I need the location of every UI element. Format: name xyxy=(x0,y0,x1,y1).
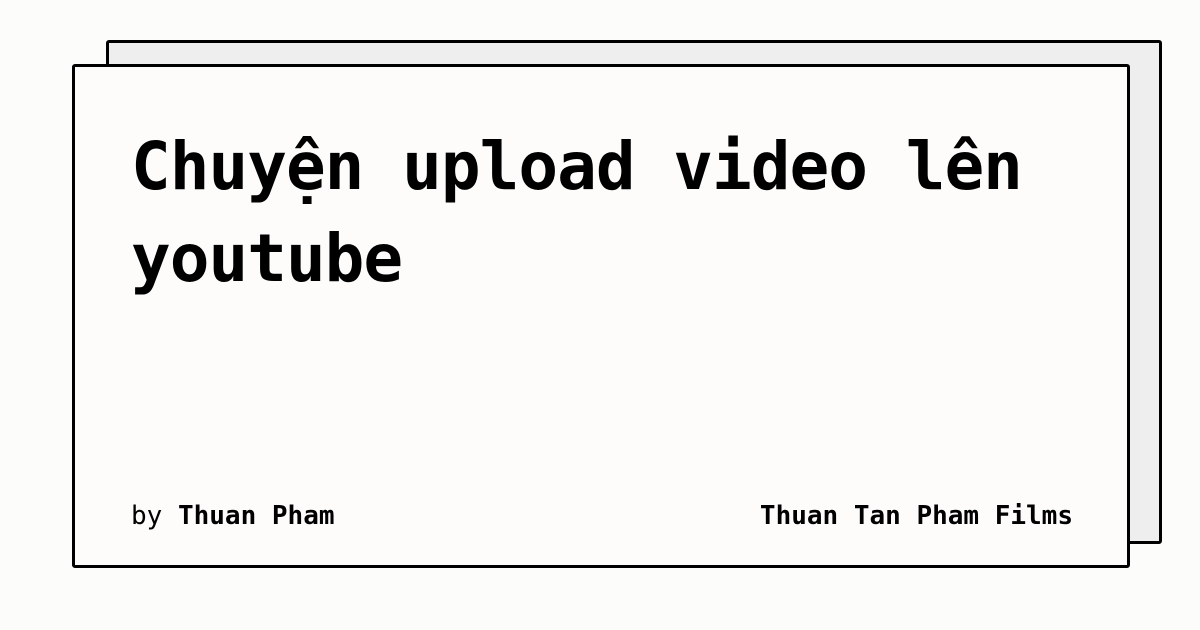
by-label: by xyxy=(131,501,163,531)
preview-card: Chuyện upload video lên youtube by Thuan… xyxy=(72,64,1130,568)
author-name: Thuan Pham xyxy=(177,501,335,531)
site-name: Thuan Tan Pham Films xyxy=(759,501,1073,531)
post-title: Chuyện upload video lên youtube xyxy=(131,128,1023,297)
byline: by Thuan Pham xyxy=(131,501,335,531)
